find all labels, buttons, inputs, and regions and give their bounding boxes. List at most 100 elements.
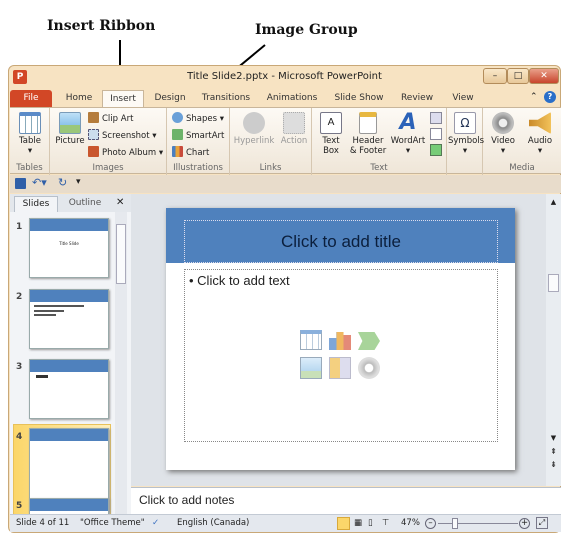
tab-insert[interactable]: Insert	[102, 90, 144, 107]
chart-label: Chart	[186, 148, 210, 158]
group-text: A Text Box Header & Footer A WordArt ▾ Text	[312, 108, 447, 175]
zoom-slider-thumb[interactable]	[452, 518, 458, 529]
slide-sorter-icon[interactable]: ▦	[354, 515, 362, 532]
zoom-in-button[interactable]: +	[519, 518, 530, 529]
customize-toolbar-icon[interactable]: ▾	[76, 177, 81, 187]
group-media: Video ▾ Audio ▾ Media	[483, 108, 561, 175]
shapes-button[interactable]: Shapes ▾	[172, 112, 224, 124]
slide-number-icon[interactable]	[430, 128, 442, 140]
photo-album-button[interactable]: Photo Album ▾	[88, 146, 163, 158]
tab-file[interactable]: File	[10, 90, 52, 107]
slide-thumbnail-3[interactable]	[29, 359, 109, 419]
language[interactable]: English (Canada)	[177, 515, 249, 532]
smartart-button[interactable]: SmartArt	[172, 129, 224, 141]
slide-thumbnail-2[interactable]	[29, 289, 109, 349]
zoom-out-button[interactable]: –	[425, 518, 436, 529]
spell-check-icon[interactable]: ✓	[152, 515, 159, 532]
screenshot-icon	[88, 129, 99, 140]
video-button[interactable]: Video ▾	[487, 112, 519, 156]
symbols-button[interactable]: Ω Symbols ▾	[448, 112, 484, 156]
close-pane-icon[interactable]: ✕	[116, 197, 124, 208]
hyperlink-icon	[243, 112, 265, 134]
table-icon	[19, 112, 41, 134]
redo-icon[interactable]: ↻	[58, 176, 67, 189]
slide-thumbnail-1[interactable]: Title Slide	[29, 218, 109, 278]
previous-slide-icon[interactable]: ⇞	[546, 447, 561, 456]
tab-slides[interactable]: Slides	[14, 196, 58, 212]
help-icon[interactable]: ?	[544, 91, 556, 103]
tab-design[interactable]: Design	[149, 90, 191, 107]
next-slide-icon[interactable]: ⇟	[546, 460, 561, 469]
scroll-down-icon[interactable]: ▼	[546, 434, 561, 442]
fit-to-window-icon[interactable]: ⤢	[536, 517, 548, 529]
screenshot-button[interactable]: Screenshot ▾	[88, 129, 157, 141]
group-images: Picture Clip Art Screenshot ▾ Photo Albu…	[50, 108, 167, 175]
tab-outline[interactable]: Outline	[60, 196, 110, 212]
insert-clip-art-icon[interactable]	[329, 357, 351, 379]
window-title: Title Slide2.pptx - Microsoft PowerPoint	[187, 71, 382, 82]
undo-icon[interactable]: ↶▾	[32, 176, 47, 189]
group-label-illustrations: Illustrations	[173, 163, 223, 173]
group-label-tables: Tables	[16, 163, 43, 173]
thumbnail-title: Title Slide	[59, 241, 79, 246]
action-button[interactable]: Action	[278, 112, 310, 146]
reading-view-icon[interactable]: ▯	[368, 515, 373, 532]
slide-thumbnail-5[interactable]	[29, 498, 109, 514]
shapes-icon	[172, 112, 183, 123]
group-label-images: Images	[92, 163, 124, 173]
thumbnail-scrollbar[interactable]	[115, 212, 127, 514]
title-placeholder[interactable]: Click to add title	[184, 220, 498, 263]
insert-ribbon: Table ▾ Tables Picture Clip Art Screensho…	[10, 107, 561, 175]
slide-canvas: Click to add title • Click to add text	[166, 208, 515, 470]
audio-button[interactable]: Audio ▾	[523, 112, 557, 156]
photo-album-icon	[88, 146, 99, 157]
picture-button[interactable]: Picture	[54, 112, 86, 146]
content-placeholder-text: Click to add text	[197, 273, 290, 288]
tab-view[interactable]: View	[445, 90, 481, 107]
photo-album-label: Photo Album	[102, 148, 157, 158]
video-label: Video	[491, 136, 515, 146]
tab-home[interactable]: Home	[59, 90, 99, 107]
slide-scrollbar[interactable]: ▲ ▼ ⇞ ⇟	[546, 194, 561, 486]
wordart-button[interactable]: A WordArt ▾	[390, 112, 426, 157]
header-footer-button[interactable]: Header & Footer	[348, 112, 388, 156]
insert-media-icon[interactable]	[358, 357, 380, 379]
group-tables: Table ▾ Tables	[10, 108, 50, 175]
hyperlink-label: Hyperlink	[233, 136, 275, 146]
insert-chart-icon[interactable]	[329, 332, 351, 350]
normal-view-icon[interactable]	[337, 517, 350, 530]
text-box-button[interactable]: A Text Box	[316, 112, 346, 156]
minimize-ribbon-icon[interactable]: ⌃	[530, 92, 538, 102]
speaker-icon	[529, 112, 551, 134]
slide-number: 4	[16, 432, 23, 442]
zoom-slider[interactable]	[438, 523, 518, 524]
close-button[interactable]: ✕	[529, 68, 559, 84]
tab-animations[interactable]: Animations	[261, 90, 323, 107]
tab-review[interactable]: Review	[395, 90, 439, 107]
hyperlink-button[interactable]: Hyperlink	[232, 112, 276, 146]
zoom-level[interactable]: 47%	[401, 515, 420, 532]
clip-art-button[interactable]: Clip Art	[88, 112, 133, 124]
slide-number: 3	[16, 362, 23, 372]
action-icon	[283, 112, 305, 134]
insert-picture-icon[interactable]	[300, 357, 322, 379]
insert-smartart-icon[interactable]	[358, 332, 380, 350]
group-illustrations: Shapes ▾ SmartArt Chart Illustrations	[167, 108, 230, 175]
chart-button[interactable]: Chart	[172, 146, 209, 158]
clip-art-label: Clip Art	[102, 114, 134, 124]
tab-slide-show[interactable]: Slide Show	[329, 90, 389, 107]
picture-label: Picture	[55, 136, 85, 146]
date-time-icon[interactable]	[430, 112, 442, 124]
insert-table-icon[interactable]	[300, 330, 322, 350]
maximize-button[interactable]: □	[507, 68, 529, 84]
slides-pane: Slides Outline ✕ 1 Title Slide 2 3 4 5	[10, 194, 131, 514]
minimize-button[interactable]: –	[483, 68, 507, 84]
theme-name[interactable]: "Office Theme"	[80, 515, 145, 532]
slide-show-icon[interactable]: ⊤	[382, 515, 389, 532]
save-icon[interactable]	[15, 178, 26, 189]
object-icon[interactable]	[430, 144, 442, 156]
table-button[interactable]: Table ▾	[14, 112, 46, 156]
notes-pane[interactable]: Click to add notes	[131, 487, 561, 514]
content-placeholder[interactable]: • Click to add text	[184, 269, 498, 442]
tab-transitions[interactable]: Transitions	[196, 90, 256, 107]
